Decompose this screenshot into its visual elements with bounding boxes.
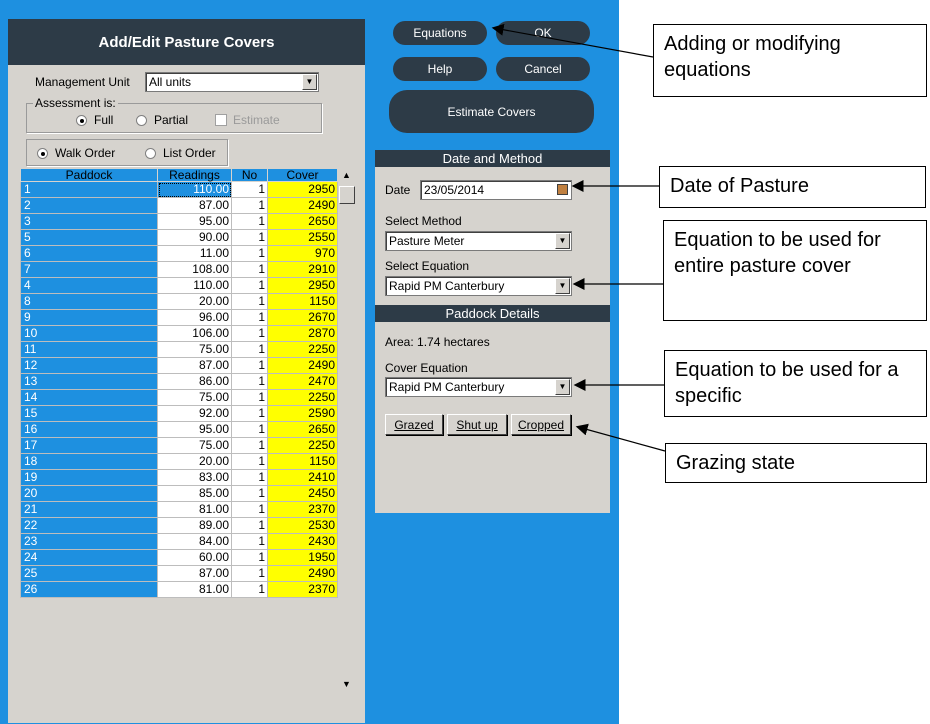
equations-arrow [491,23,654,58]
grazing-state-arrow [575,423,666,452]
callout-arrows [491,23,666,452]
